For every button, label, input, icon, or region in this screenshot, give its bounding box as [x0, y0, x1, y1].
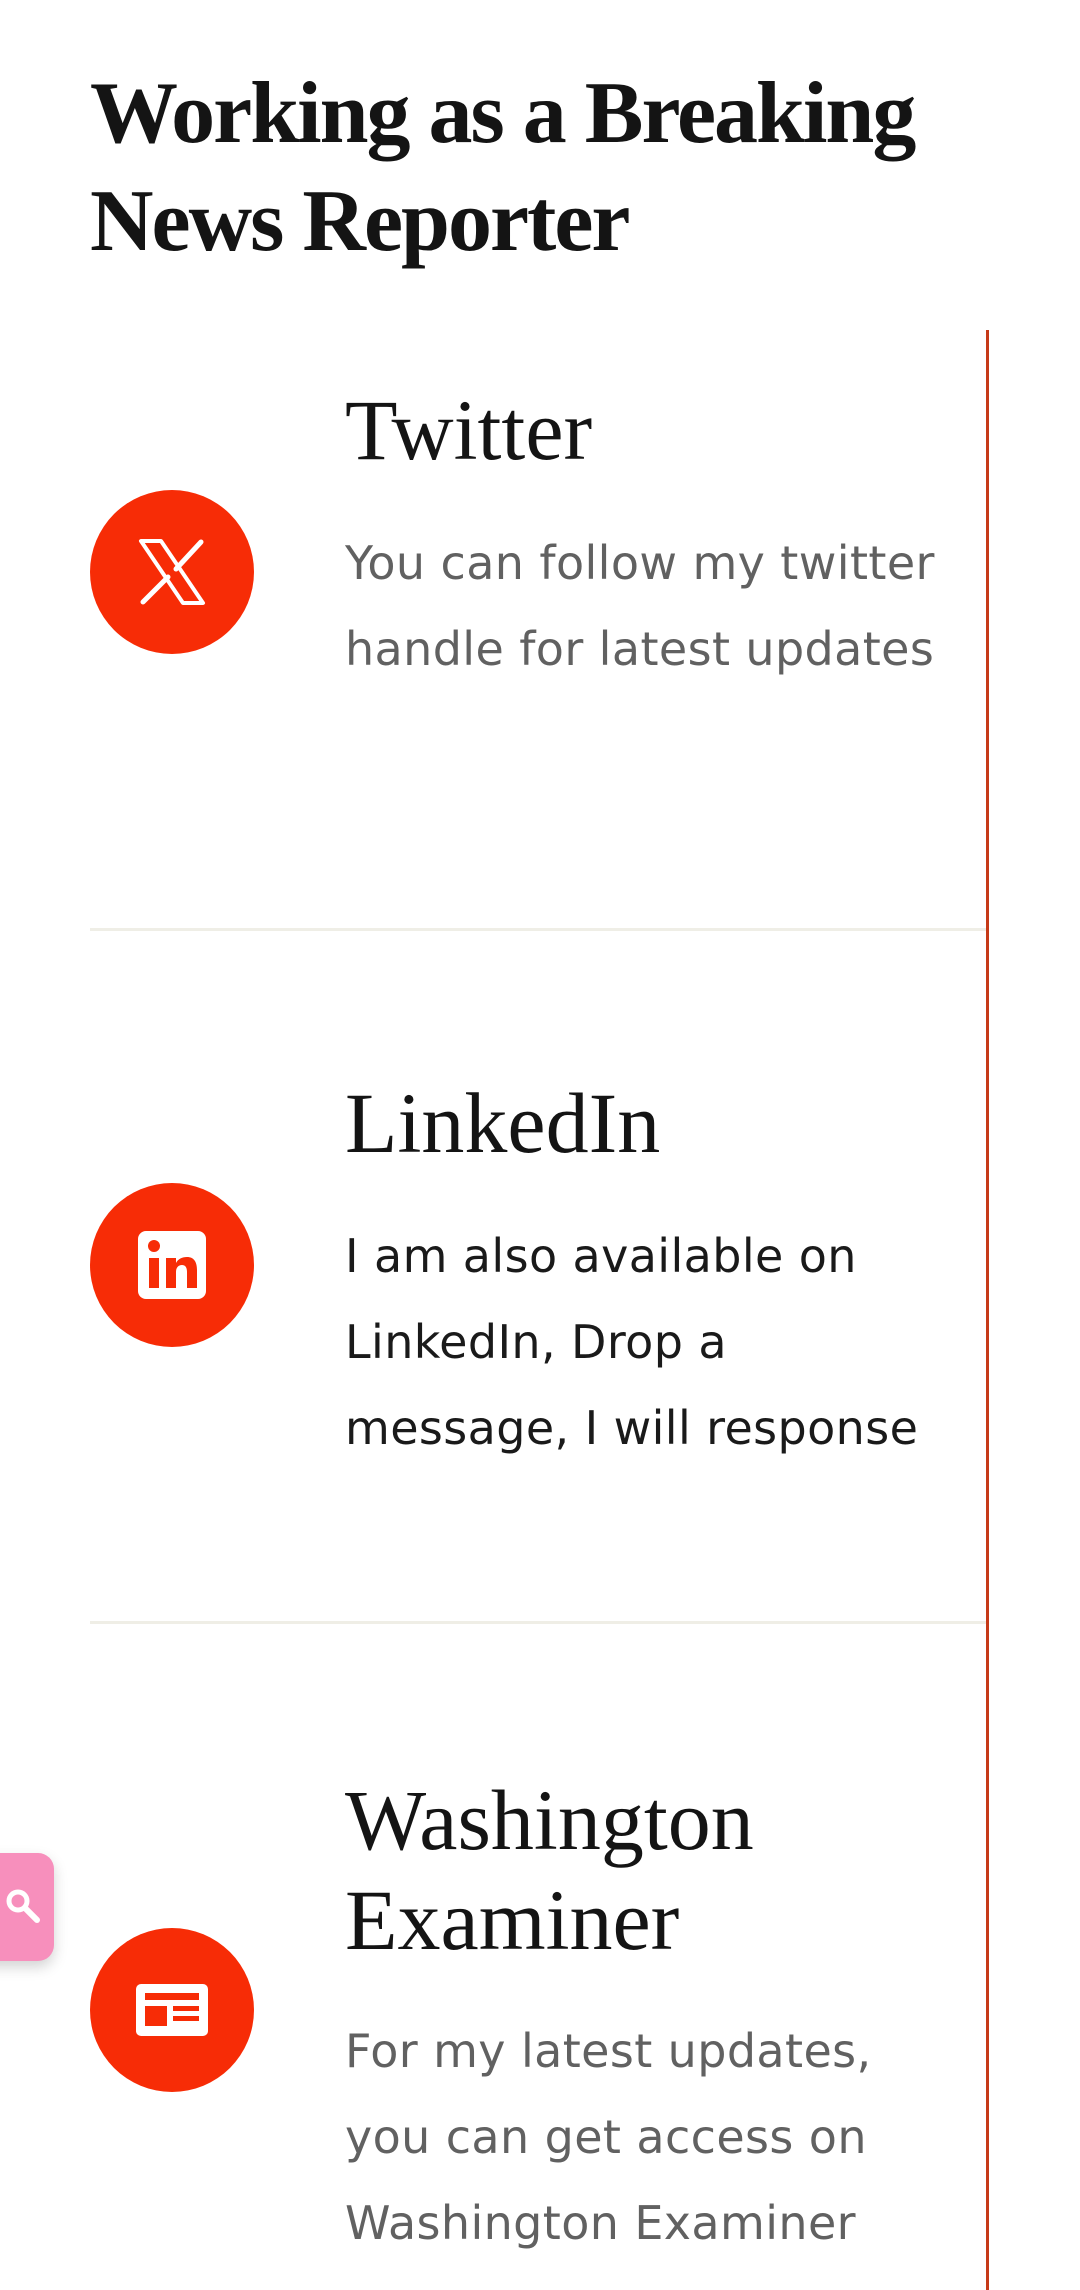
- card-title-twitter: Twitter: [345, 382, 593, 478]
- section-divider: [90, 928, 986, 931]
- search-icon: [6, 1889, 40, 1923]
- floating-search-button[interactable]: [0, 1853, 54, 1961]
- card-title-linkedin: LinkedIn: [345, 1075, 661, 1171]
- card-description-twitter: You can follow my twitter handle for lat…: [345, 536, 935, 676]
- accent-vertical-rule: [986, 330, 989, 2290]
- card-description-linkedin: I am also available on LinkedIn, Drop a …: [345, 1229, 919, 1455]
- section-divider: [90, 1621, 986, 1624]
- linkedin-link[interactable]: [90, 1183, 254, 1347]
- washington-examiner-link[interactable]: [90, 1928, 254, 2092]
- twitter-link[interactable]: [90, 490, 254, 654]
- newspaper-icon: [136, 1984, 208, 2036]
- linkedin-icon: [138, 1231, 206, 1299]
- page-title: Working as a Breaking News Reporter: [90, 65, 916, 270]
- x-twitter-icon: [139, 539, 205, 605]
- card-title-washington-examiner: Washington Examiner: [345, 1772, 754, 1968]
- card-description-washington-examiner: For my latest updates, you can get acces…: [345, 2024, 872, 2250]
